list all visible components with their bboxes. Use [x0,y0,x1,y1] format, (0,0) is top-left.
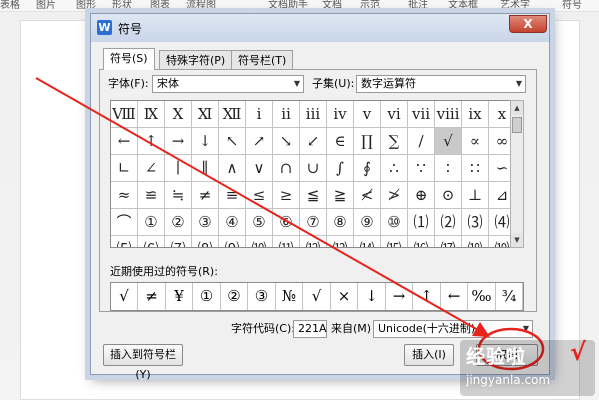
watermark-check-icon: √ [570,338,587,366]
watermark-url: jingyanla.com [466,373,551,387]
watermark-text: 经验啦 [466,346,527,368]
red-arrow-line [35,77,479,331]
watermark: 经验啦 √ jingyanla.com [460,338,595,396]
tab-symbols[interactable]: 符号(S) [103,48,155,70]
